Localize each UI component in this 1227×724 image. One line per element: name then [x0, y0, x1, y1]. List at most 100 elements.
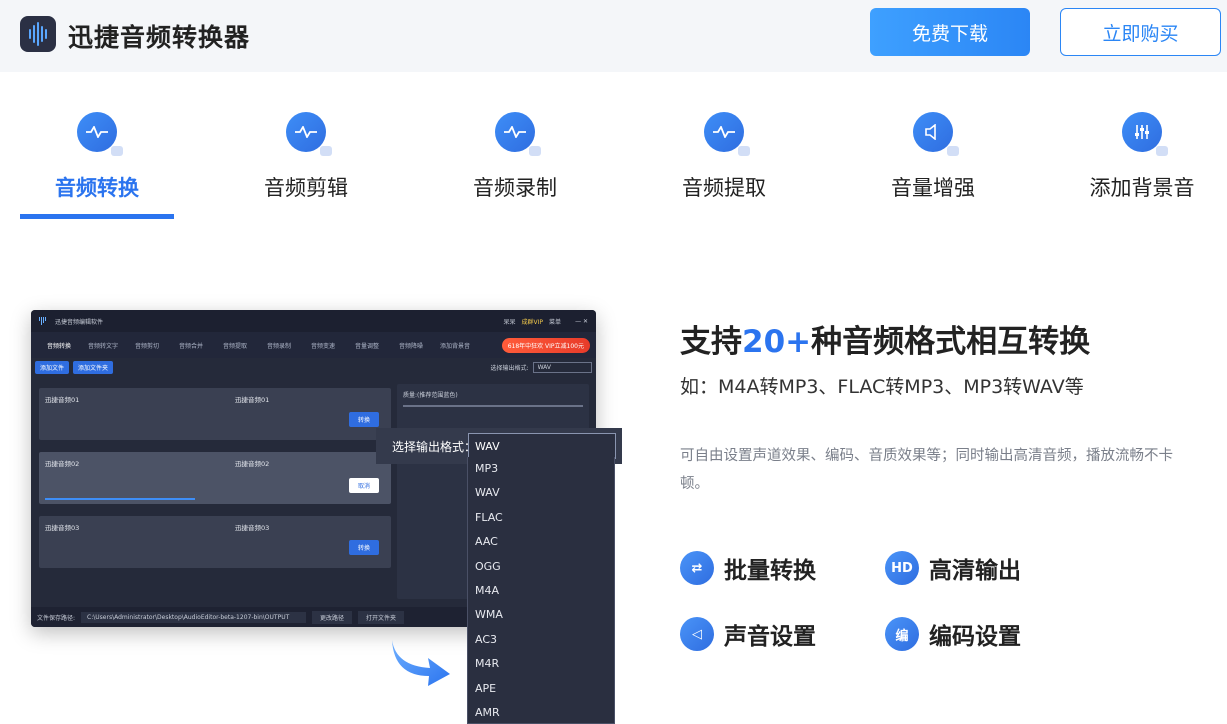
format-popup-label: 选择输出格式： [392, 439, 477, 454]
output-name: 迅捷音频02 [235, 460, 270, 468]
quality-label: 质量:(推荐范围蓝色) [403, 392, 458, 399]
tool-item[interactable]: 音频转文字 [81, 341, 125, 350]
feature-sound-settings: ◁ 声音设置 [680, 617, 816, 651]
waveform-mic-icon [495, 112, 541, 156]
format-option[interactable]: AC3 [468, 628, 614, 652]
equalizer-icon [1122, 112, 1168, 156]
app-toolbar: 音频转换 音频转文字 音频剪切 音频合并 音频提取 音频录制 音频变速 音量调整… [31, 332, 596, 358]
tab-volume-boost[interactable]: 音量增强 [853, 108, 1013, 202]
app-logo-icon [20, 16, 56, 52]
convert-button[interactable]: 转换 [348, 540, 379, 555]
tool-item[interactable]: 音频剪切 [125, 341, 169, 350]
tool-item[interactable]: 音频录制 [257, 341, 301, 350]
add-file-button[interactable]: 添加文件 [35, 360, 70, 374]
waveform-scissors-icon [286, 112, 332, 156]
menu-button[interactable]: 菜单 [549, 317, 561, 326]
feature-label: 声音设置 [724, 624, 816, 650]
encode-icon: 编 [885, 617, 919, 651]
format-option[interactable]: OGG [468, 555, 614, 579]
speaker-icon: ◁ [680, 617, 714, 651]
file-item[interactable]: 迅捷音频02 迅捷音频02 取消 [39, 452, 391, 504]
format-option[interactable]: M4A [468, 579, 614, 603]
quality-slider[interactable] [403, 405, 583, 407]
format-option[interactable]: APE [468, 677, 614, 701]
window-logo-icon [39, 317, 49, 325]
format-option[interactable]: AMR [468, 701, 614, 724]
tool-item[interactable]: 音量调整 [345, 341, 389, 350]
app-title: 迅捷音频转换器 [68, 23, 251, 52]
window-controls[interactable]: — ✕ [567, 318, 596, 325]
batch-convert-icon: ⇄ [680, 551, 714, 585]
tab-audio-record[interactable]: 音频录制 [435, 108, 595, 202]
tool-item[interactable]: 音频变速 [301, 341, 345, 350]
convert-button[interactable]: 转换 [348, 412, 379, 427]
tab-add-bgm[interactable]: 添加背景音 [1062, 108, 1222, 202]
waveform-extract-icon [704, 112, 750, 156]
output-format-label: 选择输出格式: [490, 364, 529, 372]
waveform-icon [77, 112, 123, 156]
tool-item[interactable]: 音频提取 [213, 341, 257, 350]
tab-audio-extract[interactable]: 音频提取 [644, 108, 804, 202]
top-header: 迅捷音频转换器 免费下载 立即购买 [0, 0, 1227, 72]
active-tab-indicator [20, 214, 174, 219]
window-title: 迅捷音频编辑软件 [55, 318, 104, 326]
tab-label: 音量增强 [891, 176, 975, 200]
feature-headline: 支持20+种音频格式相互转换 [680, 316, 1090, 361]
headline-prefix: 支持 [680, 324, 742, 360]
save-path-label: 文件保存路径: [37, 614, 76, 622]
change-path-button[interactable]: 更改路径 [312, 610, 353, 624]
format-option[interactable]: AAC [468, 530, 614, 554]
file-name: 迅捷音频02 [45, 460, 80, 468]
feature-batch-convert: ⇄ 批量转换 [680, 551, 816, 585]
format-select[interactable]: WAV [468, 433, 616, 459]
tab-label: 音频转换 [55, 176, 139, 200]
output-name: 迅捷音频01 [235, 396, 270, 404]
tool-item[interactable]: 添加背景音 [433, 341, 477, 350]
feature-description: 可自由设置声道效果、编码、音质效果等；同时输出高清音频，播放流畅不卡顿。 [680, 448, 1173, 492]
open-folder-button[interactable]: 打开文件夹 [358, 610, 405, 624]
curved-arrow-icon [392, 640, 450, 686]
file-name: 迅捷音频01 [45, 396, 80, 404]
free-download-button[interactable]: 免费下载 [870, 8, 1030, 56]
feature-label: 编码设置 [929, 624, 1021, 650]
file-item[interactable]: 迅捷音频03 迅捷音频03 转换 [39, 516, 391, 568]
tab-label: 音频录制 [473, 176, 557, 200]
promo-banner[interactable]: 618年中狂欢 VIP立减100元 [501, 337, 590, 353]
speaker-icon [913, 112, 959, 156]
progress-bar [45, 498, 195, 500]
tab-audio-edit[interactable]: 音频剪辑 [226, 108, 386, 202]
vip-badge[interactable]: 成群VIP [522, 317, 544, 326]
feature-encode-settings: 编 编码设置 [885, 617, 1021, 651]
output-format-select[interactable]: WAV [532, 361, 592, 373]
format-option[interactable]: MP3 [468, 457, 614, 481]
format-option[interactable]: M4R [468, 652, 614, 676]
buy-now-button[interactable]: 立即购买 [1060, 8, 1221, 56]
format-option[interactable]: FLAC [468, 506, 614, 530]
window-titlebar: 迅捷音频编辑软件 呆呆 成群VIP 菜单 — ✕ [31, 310, 596, 332]
cancel-button[interactable]: 取消 [348, 478, 379, 493]
format-option[interactable]: WAV [468, 481, 614, 505]
tool-item[interactable]: 音频转换 [37, 341, 81, 350]
file-actions-bar: 添加文件 添加文件夹 选择输出格式: WAV [31, 358, 596, 376]
feature-label: 批量转换 [724, 558, 816, 584]
save-path-field[interactable]: C:\Users\Administrator\Desktop\AudioEdit… [81, 611, 307, 623]
hd-icon: HD [885, 551, 919, 585]
tab-label: 音频剪辑 [264, 176, 348, 200]
tool-item[interactable]: 音频降噪 [389, 341, 433, 350]
feature-label: 高清输出 [929, 558, 1021, 584]
output-name: 迅捷音频03 [235, 524, 270, 532]
tool-item[interactable]: 音频合并 [169, 341, 213, 350]
file-item[interactable]: 迅捷音频01 迅捷音频01 转换 [39, 388, 391, 440]
format-options-list: MP3 WAV FLAC AAC OGG M4A WMA AC3 M4R APE… [467, 457, 615, 724]
file-name: 迅捷音频03 [45, 524, 80, 532]
headline-number: 20+ [742, 324, 812, 360]
format-option[interactable]: WMA [468, 603, 614, 627]
tab-label: 添加背景音 [1089, 176, 1195, 200]
feature-hd-output: HD 高清输出 [885, 551, 1021, 585]
tab-label: 音频提取 [682, 176, 766, 200]
add-folder-button[interactable]: 添加文件夹 [73, 360, 114, 374]
tab-audio-convert[interactable]: 音频转换 [17, 108, 177, 202]
user-name[interactable]: 呆呆 [504, 317, 516, 326]
headline-suffix: 种音频格式相互转换 [811, 324, 1091, 360]
feature-examples: 如：M4A转MP3、FLAC转MP3、MP3转WAV等 [680, 376, 1084, 398]
